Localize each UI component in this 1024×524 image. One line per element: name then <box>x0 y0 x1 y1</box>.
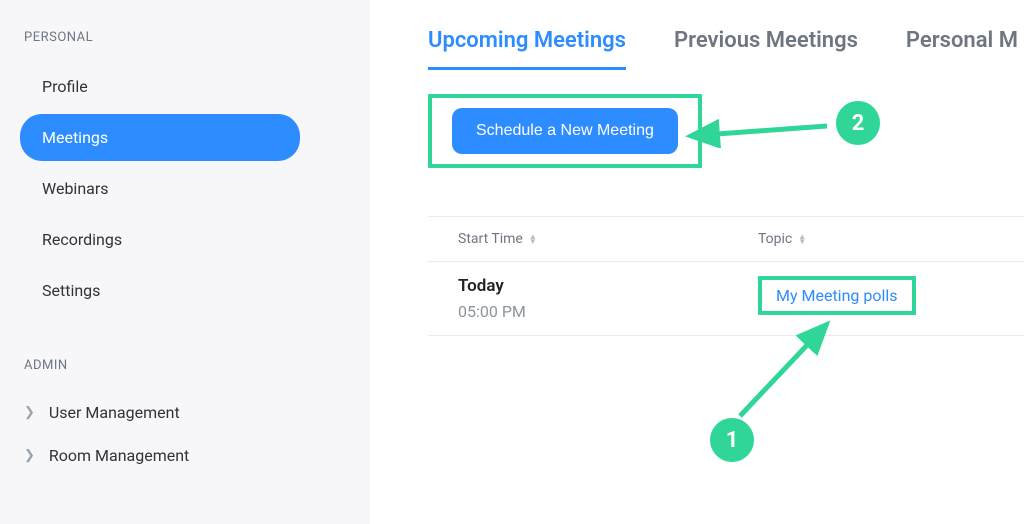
column-header-label: Topic <box>758 231 792 247</box>
schedule-new-meeting-button[interactable]: Schedule a New Meeting <box>452 108 678 154</box>
sidebar-item-label: Room Management <box>49 446 189 465</box>
sidebar-item-label: User Management <box>49 403 180 422</box>
sidebar-item-settings[interactable]: Settings <box>20 267 350 314</box>
sidebar-item-meetings[interactable]: Meetings <box>20 114 300 161</box>
sidebar: PERSONAL Profile Meetings Webinars Recor… <box>0 0 370 524</box>
arrow-icon <box>682 108 832 148</box>
cell-topic: My Meeting polls <box>758 276 994 321</box>
column-header-start-time[interactable]: Start Time ▲▼ <box>458 231 758 247</box>
chevron-right-icon: ❯ <box>24 449 35 462</box>
tab-previous-meetings[interactable]: Previous Meetings <box>674 28 858 70</box>
table-row: Today 05:00 PM My Meeting polls <box>428 262 1024 335</box>
table-header: Start Time ▲▼ Topic ▲▼ <box>428 217 1024 262</box>
sidebar-item-room-management[interactable]: ❯ Room Management <box>20 434 350 477</box>
sort-icon: ▲▼ <box>798 234 806 244</box>
highlight-box-schedule: Schedule a New Meeting <box>428 94 702 168</box>
tab-personal-meeting[interactable]: Personal M <box>906 28 1018 70</box>
annotation-badge-2: 2 <box>836 101 880 145</box>
sidebar-item-recordings[interactable]: Recordings <box>20 216 350 263</box>
sidebar-item-label: Webinars <box>42 179 109 198</box>
main-content: Upcoming Meetings Previous Meetings Pers… <box>370 0 1024 524</box>
annotation-badge-1: 1 <box>710 418 754 462</box>
column-header-topic[interactable]: Topic ▲▼ <box>758 231 994 247</box>
column-header-label: Start Time <box>458 231 523 247</box>
highlight-box-topic: My Meeting polls <box>758 276 916 315</box>
sidebar-item-label: Recordings <box>42 230 122 249</box>
sidebar-item-label: Settings <box>42 281 100 300</box>
section-label-admin: ADMIN <box>20 358 350 373</box>
tab-upcoming-meetings[interactable]: Upcoming Meetings <box>428 28 626 70</box>
sidebar-item-label: Profile <box>42 77 88 96</box>
start-time: 05:00 PM <box>458 302 758 321</box>
section-label-personal: PERSONAL <box>20 30 350 45</box>
sidebar-item-label: Meetings <box>42 128 108 147</box>
sidebar-item-profile[interactable]: Profile <box>20 63 350 110</box>
tabs: Upcoming Meetings Previous Meetings Pers… <box>428 28 1024 70</box>
start-day: Today <box>458 276 758 296</box>
sidebar-item-webinars[interactable]: Webinars <box>20 165 350 212</box>
meetings-table: Start Time ▲▼ Topic ▲▼ Today 05:00 PM My… <box>428 216 1024 336</box>
chevron-right-icon: ❯ <box>24 406 35 419</box>
sidebar-item-user-management[interactable]: ❯ User Management <box>20 391 350 434</box>
sort-icon: ▲▼ <box>529 234 537 244</box>
cell-start-time: Today 05:00 PM <box>458 276 758 321</box>
meeting-topic-link[interactable]: My Meeting polls <box>776 286 898 305</box>
